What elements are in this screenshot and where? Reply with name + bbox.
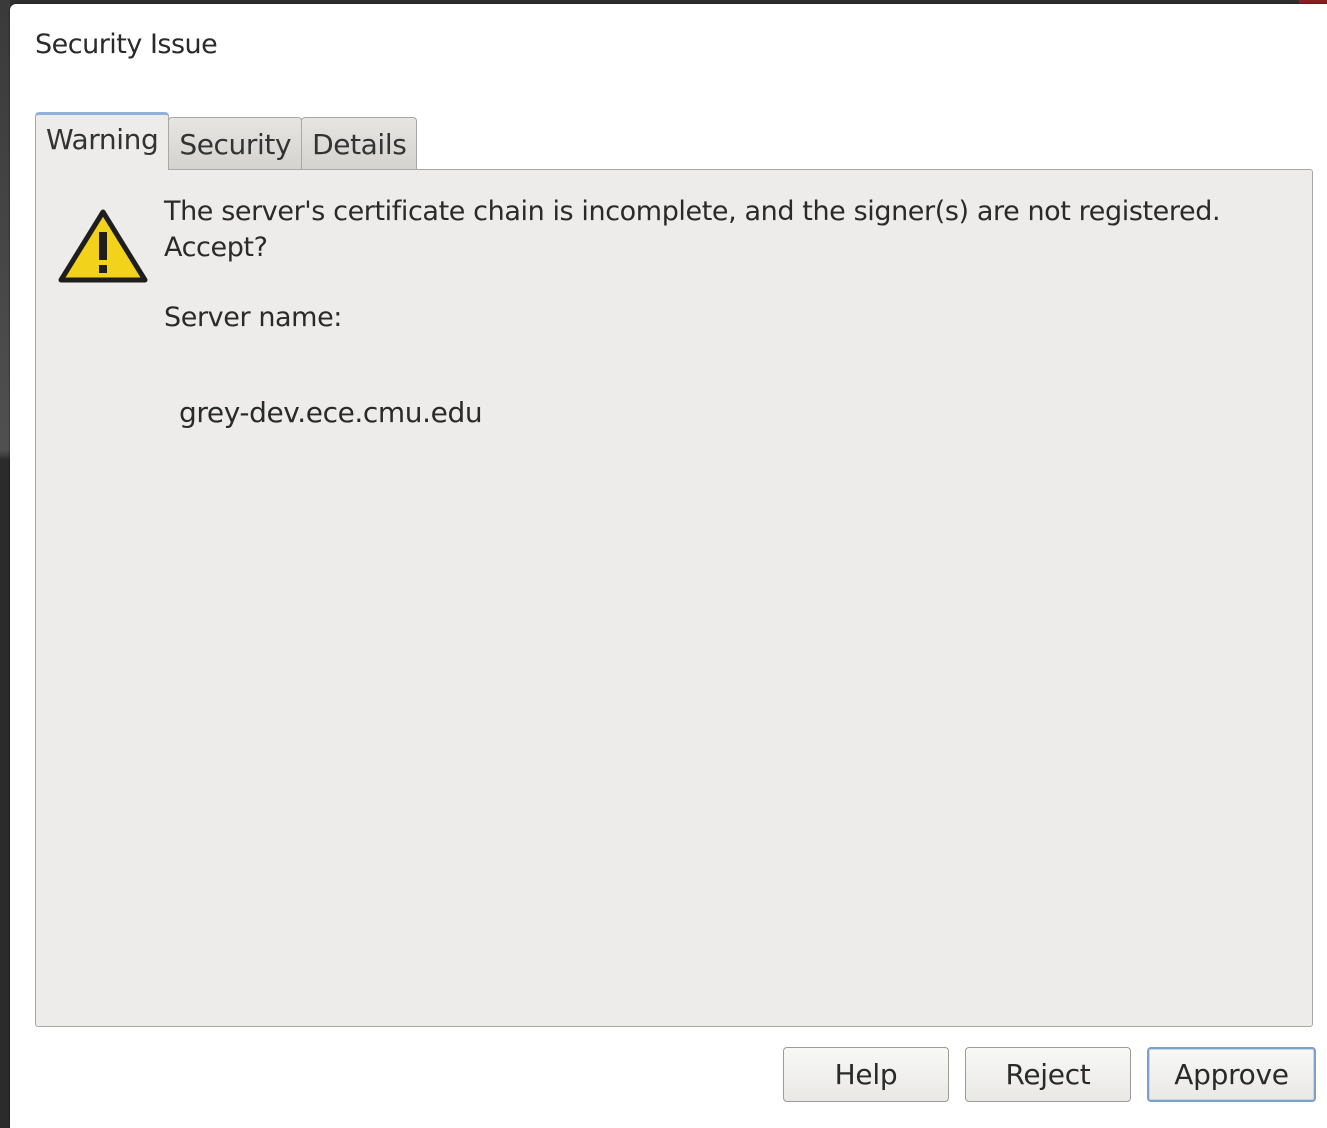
tab-security[interactable]: Security [168,117,303,170]
server-name-value: grey-dev.ece.cmu.edu [179,396,483,429]
background-window-edge [0,0,10,1128]
dialog-title: Security Issue [35,29,218,60]
help-button[interactable]: Help [783,1047,949,1102]
warning-message: The server's certificate chain is incomp… [164,196,1221,263]
tab-bar: Warning Security Details [35,112,418,170]
security-issue-dialog: Security Issue Warning Security Details … [10,4,1327,1128]
tab-details[interactable]: Details [301,117,418,170]
reject-button[interactable]: Reject [965,1047,1131,1102]
warning-tab-panel: The server's certificate chain is incomp… [35,169,1313,1027]
warning-icon [58,209,148,283]
server-name-label: Server name: [164,302,342,333]
approve-button[interactable]: Approve [1147,1047,1316,1102]
tab-warning[interactable]: Warning [35,112,170,170]
